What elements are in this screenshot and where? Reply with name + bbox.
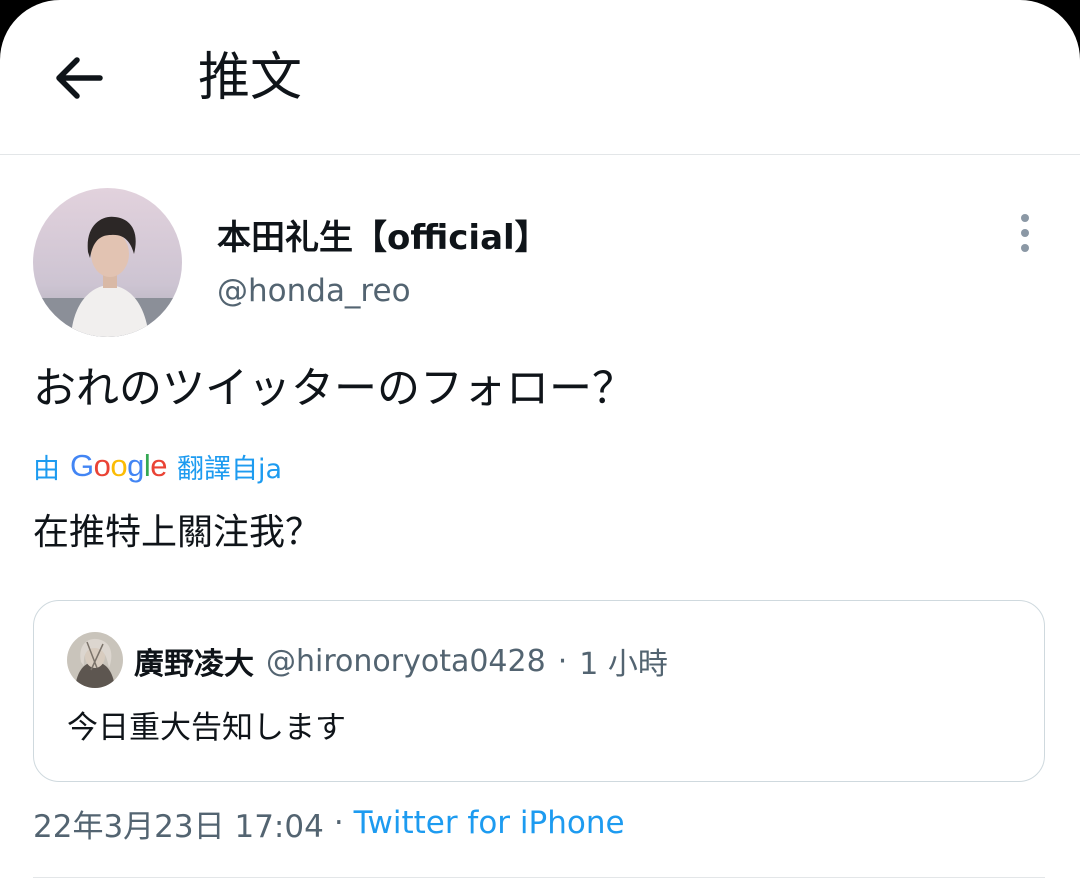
more-options-button[interactable] xyxy=(1008,210,1042,256)
tweet-meta: 22年3月23日 17:04 · Twitter for iPhone xyxy=(33,800,625,846)
tweet-source-link[interactable]: Twitter for iPhone xyxy=(354,805,625,841)
author-avatar[interactable] xyxy=(33,188,182,337)
divider xyxy=(33,877,1045,878)
avatar-photo xyxy=(67,632,123,688)
top-bar: 推文 xyxy=(0,0,1080,155)
tweet-detail-screen: 推文 本田礼生【official】 @honda_reo おれのツイッターのフォ… xyxy=(0,0,1080,882)
tweet-text: おれのツイッターのフォロー？ xyxy=(33,364,635,414)
arrow-left-icon xyxy=(56,57,103,99)
translation-attribution[interactable]: 由 Google 翻譯自ja xyxy=(33,446,282,486)
quoted-author-avatar xyxy=(67,632,123,688)
quoted-tweet-header: 廣野凌大 @hironoryota0428 · 1 小時 xyxy=(134,639,668,683)
more-vertical-icon xyxy=(1021,214,1029,252)
google-logo: Google xyxy=(70,448,168,483)
quoted-meta-separator: · xyxy=(557,643,568,679)
back-button[interactable] xyxy=(46,48,110,108)
quoted-author-handle: @hironoryota0428 xyxy=(266,643,546,679)
meta-separator: · xyxy=(333,805,344,841)
quoted-author-display-name: 廣野凌大 xyxy=(134,647,254,682)
avatar-photo xyxy=(33,188,182,337)
translation-suffix: 翻譯自ja xyxy=(177,453,283,485)
translation-prefix: 由 xyxy=(33,453,60,485)
quoted-tweet-time: 1 小時 xyxy=(579,647,668,682)
author-handle[interactable]: @honda_reo xyxy=(217,270,411,312)
author-display-name[interactable]: 本田礼生【official】 xyxy=(217,216,549,260)
tweet-timestamp: 22年3月23日 17:04 xyxy=(33,808,324,845)
quoted-tweet-card[interactable]: 廣野凌大 @hironoryota0428 · 1 小時 今日重大告知します xyxy=(33,600,1045,782)
quoted-tweet-text: 今日重大告知します xyxy=(67,710,346,746)
translated-text: 在推特上關注我？ xyxy=(33,512,322,553)
page-title: 推文 xyxy=(198,48,303,108)
